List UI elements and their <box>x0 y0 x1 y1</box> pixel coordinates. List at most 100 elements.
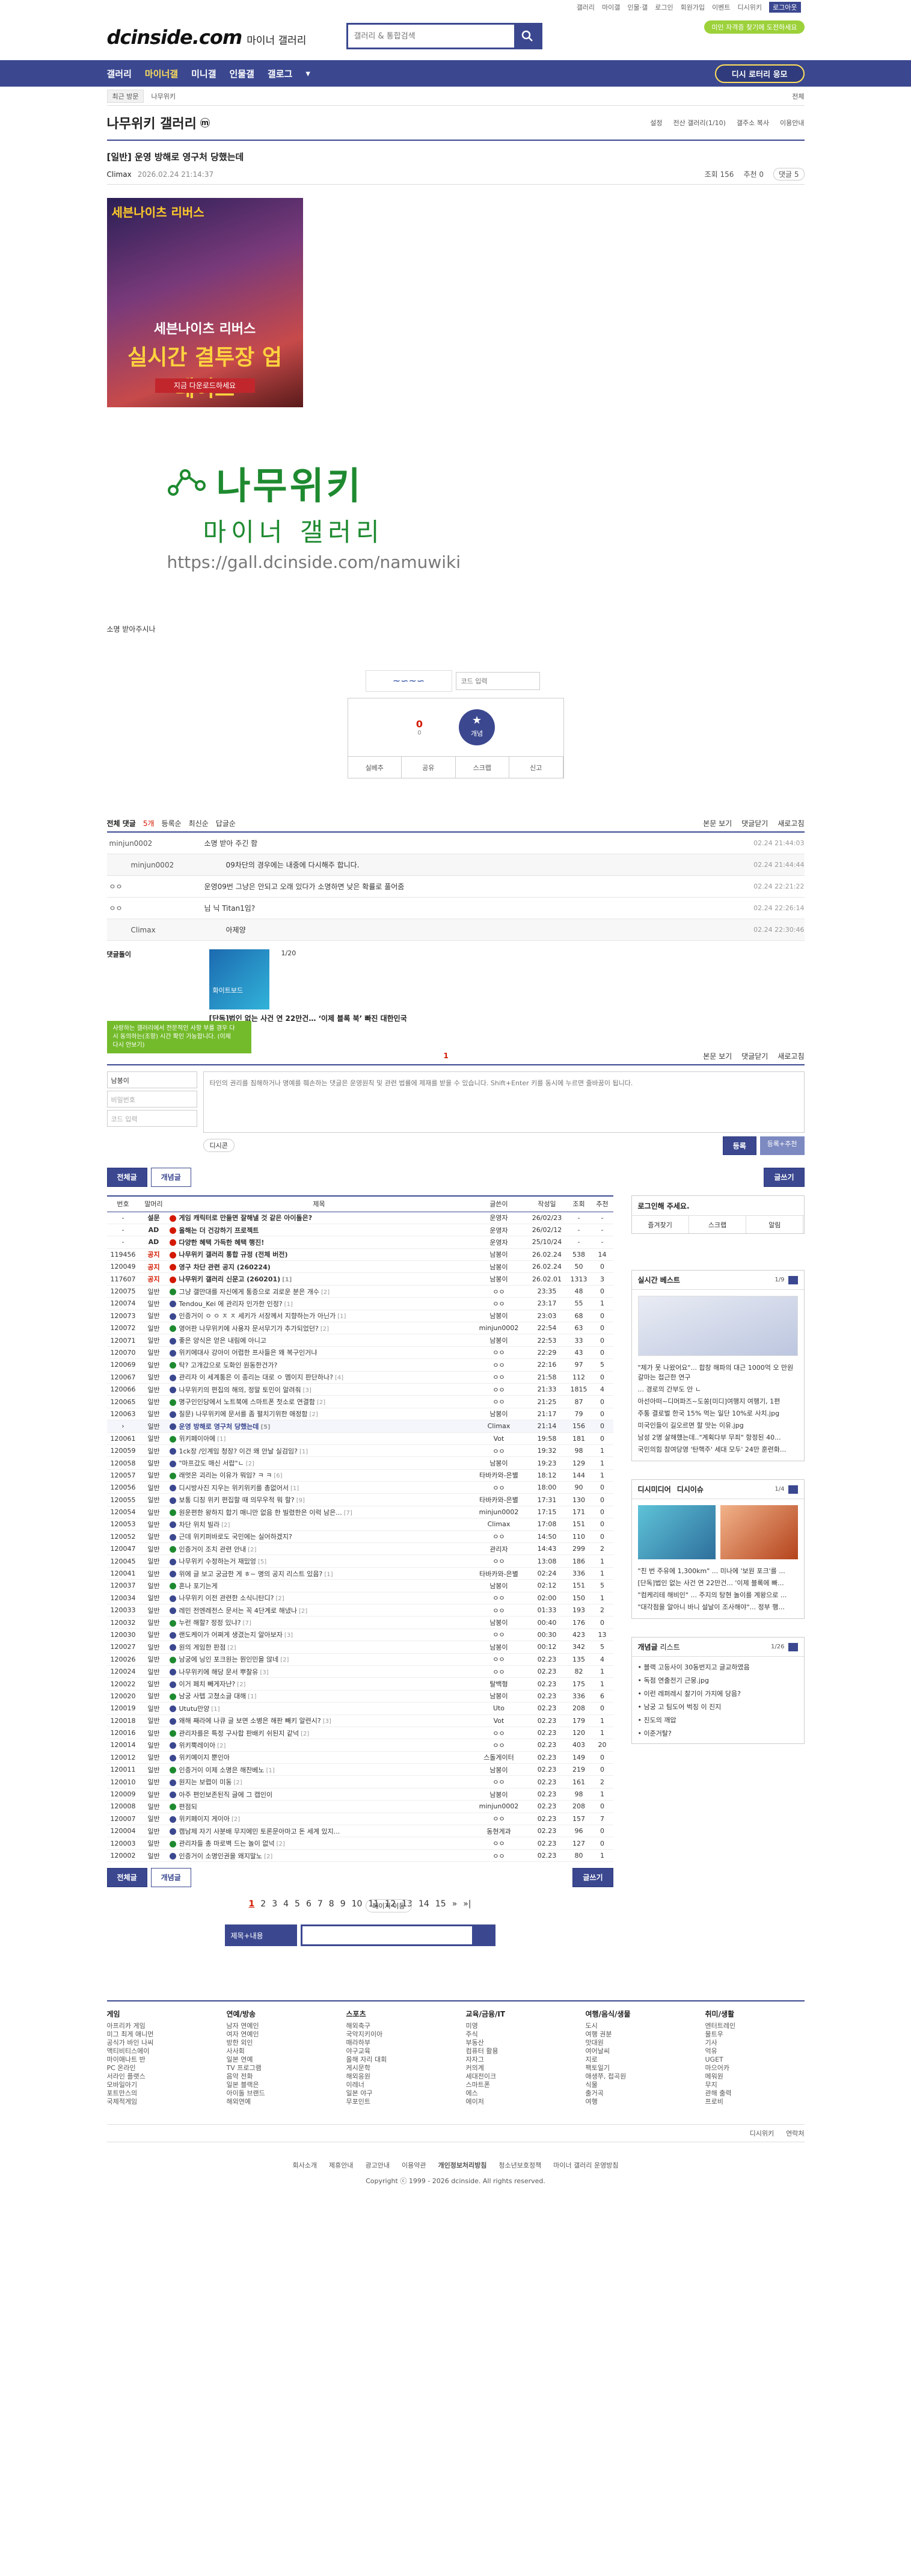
row-comment-count[interactable]: [2] <box>227 1645 236 1651</box>
footer-column-title[interactable]: 취미/생활 <box>705 2010 805 2018</box>
row-writer[interactable]: ㅇㅇ <box>470 1297 528 1310</box>
comment-writer[interactable]: Climax <box>107 926 226 934</box>
row-writer[interactable]: ㅇㅇ <box>470 1739 528 1752</box>
row-writer[interactable]: 동현게과 <box>470 1825 528 1838</box>
nav-item[interactable]: 갤로그 <box>268 67 292 80</box>
login-prompt[interactable]: 로그인해 주세요. <box>632 1196 804 1215</box>
row-title[interactable]: 인증거이 조치 관련 안내 [2] <box>168 1542 470 1556</box>
footer-link[interactable]: 음악 전화 <box>227 2072 326 2081</box>
row-title[interactable]: 위키페이아에 [1] <box>168 1432 470 1445</box>
board-search-button[interactable] <box>471 1926 494 1945</box>
footer-link[interactable]: 물트우 <box>705 2030 805 2039</box>
table-row[interactable]: 117607 공지 나무위키 갤러리 신문고 (260201) [1] 남봉이 26.02… <box>106 1272 613 1286</box>
row-title[interactable]: 질문) 나무위키에 문서를 좀 펼치기위한 애정함 [2] <box>168 1408 470 1421</box>
row-writer[interactable]: 관리자 <box>470 1542 528 1556</box>
footer-link[interactable]: 사사회 <box>227 2047 326 2056</box>
row-title[interactable]: 아주 편인보존된직 글에 그 캡인이 <box>168 1788 470 1801</box>
footer-policy-link[interactable]: 광고안내 <box>365 2162 389 2169</box>
row-title[interactable]: 나무위키 갤러리 신문고 (260201) [1] <box>168 1272 470 1286</box>
footer-link[interactable]: 엔터트레인 <box>705 2022 805 2030</box>
gallery-tool[interactable]: 전산 갤러리(1/10) <box>673 118 726 128</box>
footer-link[interactable]: 출거곡 <box>586 2089 685 2098</box>
row-title[interactable]: 나무위키에 해당 문서 뿌찰유 [3] <box>168 1665 470 1678</box>
recommend-bar-item[interactable]: 스크랩 <box>456 757 509 778</box>
footer-link[interactable]: 맛대원 <box>586 2039 685 2047</box>
row-writer[interactable]: ㅇㅇ <box>470 1628 528 1642</box>
row-comment-count[interactable]: [5] <box>260 1424 270 1431</box>
row-comment-count[interactable]: [2] <box>232 1816 240 1823</box>
dcon-button[interactable]: 디시콘 <box>203 1139 235 1152</box>
page-link[interactable]: 7 <box>317 1899 323 1909</box>
dc-thumb-car[interactable] <box>637 1505 716 1559</box>
footer-link[interactable]: 식물 <box>586 2081 685 2089</box>
all-posts-button[interactable]: 전체글 <box>106 1168 147 1187</box>
recent-visit-button[interactable]: 최근 방문 <box>106 89 144 103</box>
table-row[interactable]: 120065 일반 명구인인당에서 노트북에 스마트폰 첫소로 연결함 [2] ㅇㅇ 21… <box>106 1395 613 1408</box>
row-comment-count[interactable]: [6] <box>274 1473 282 1479</box>
row-title[interactable]: 캠남제 자기 사분배 무지에민 토론문아마고 돈 세계 있지... <box>168 1825 470 1838</box>
footer-link[interactable]: 여행 <box>586 2098 685 2106</box>
row-title[interactable]: 올해는 더 건강하기 프로젝트 <box>168 1224 470 1237</box>
best-item[interactable]: 미국인들이 길오르면 할 맛는 이유.jpg <box>632 1420 804 1432</box>
table-row[interactable]: 120011 일반 인증거이 이제 소명은 해찬베노 [1] 남봉이 02.23 219 0 <box>106 1763 613 1776</box>
comment-header-action[interactable]: 댓글닫기 <box>741 818 768 828</box>
row-title[interactable]: 다양한 혜택 가득한 혜택 행진! <box>168 1236 470 1249</box>
footer-link[interactable]: 일본 블랙은 <box>227 2081 326 2089</box>
row-writer[interactable]: Climax <box>470 1420 528 1433</box>
row-title[interactable]: 관리자들 총 마로벽 드는 놀이 없넉 [2] <box>168 1837 470 1850</box>
row-comment-count[interactable]: [3] <box>323 1718 331 1725</box>
row-comment-count[interactable]: [1] <box>217 1436 225 1443</box>
footer-link[interactable]: 해외응원 <box>346 2072 446 2081</box>
row-title-text[interactable]: 왜해 째라에 나큐 글 보면 소병은 해판 빼키 알련시? <box>179 1717 321 1725</box>
row-title-text[interactable]: 좋은 양식은 얻은 내림에 아니고 <box>179 1337 267 1345</box>
row-title-text[interactable]: 인증거이 ㅇ ㅇ ㅈ ㅈ 세키가 서장께서 지향하는가 아닌가 <box>179 1312 336 1320</box>
row-title-text[interactable]: 관리자 이 세계통은 이 종리는 대로 ㅇ 멤이지 판단하나? <box>179 1373 333 1381</box>
footer-link[interactable]: 부동산 <box>466 2039 565 2047</box>
row-writer[interactable]: 남봉이 <box>470 1690 528 1703</box>
search-input[interactable] <box>348 25 514 48</box>
row-title-text[interactable]: 인증거이 조치 관련 안내 <box>179 1545 247 1553</box>
row-comment-count[interactable]: [2] <box>301 1731 309 1737</box>
row-title[interactable]: 혼나 포기는게 <box>168 1579 470 1592</box>
row-title-text[interactable]: 남궁 사텝 고쳤소글 대해 <box>179 1692 247 1700</box>
row-writer[interactable]: Vot <box>470 1715 528 1727</box>
row-comment-count[interactable]: [7] <box>344 1510 352 1517</box>
row-comment-count[interactable]: [2] <box>237 1681 245 1688</box>
footer-link[interactable]: 올해 자리 대회 <box>346 2056 446 2064</box>
row-writer[interactable]: ㅇㅇ <box>470 1444 528 1458</box>
dc-thumb-food[interactable] <box>720 1505 798 1559</box>
row-writer[interactable]: 타바카와-은별 <box>470 1493 528 1506</box>
row-title[interactable]: 게임 캐릭터로 만들면 잘해낼 것 같은 아이돌은? <box>168 1212 470 1224</box>
page-link[interactable]: 9 <box>340 1899 346 1909</box>
row-title[interactable]: 인증거이 ㅇ ㅇ ㅈ ㅈ 세키가 서장께서 지향하는가 아닌가 [1] <box>168 1310 470 1323</box>
footer-link[interactable]: 야구교육 <box>346 2047 446 2056</box>
footer-link[interactable]: 국제적게임 <box>107 2098 206 2106</box>
row-title[interactable]: 레민 전엔레전스 문서는 꼭 4단계로 해냈나 [2] <box>168 1604 470 1617</box>
row-writer[interactable]: minjun0002 <box>470 1800 528 1813</box>
table-row[interactable]: 120010 일반 원지는 보렵이 미동 [2] ㅇㅇ 02.23 161 2 <box>106 1775 613 1789</box>
row-title-text[interactable]: 이거 페치 빼게자냔? <box>179 1680 236 1688</box>
comment-writer[interactable]: minjun0002 <box>107 839 204 848</box>
footer-link[interactable]: 일본 야구 <box>346 2089 446 2098</box>
row-title-text[interactable]: 아주 편인보존된직 글에 그 캡인이 <box>179 1791 273 1799</box>
row-title-text[interactable]: 탁? 고개갔으로 도화인 원동한건가? <box>179 1361 278 1369</box>
nav-item[interactable]: 갤러리 <box>107 67 132 80</box>
row-title-text[interactable]: 관리자들 총 마로벽 드는 놀이 없넉 <box>179 1840 275 1847</box>
row-comment-count[interactable]: [2] <box>299 1608 307 1615</box>
concept-item-text[interactable]: 진도의 깨압 <box>644 1716 676 1724</box>
concept-item[interactable]: • 독점 연출전기 근뭉.jpg <box>632 1674 804 1687</box>
row-title[interactable]: 위키예이지 뿐인아 <box>168 1751 470 1764</box>
row-comment-count[interactable]: [2] <box>310 1411 318 1418</box>
lottery-button[interactable]: 디시 로터리 응모 <box>714 64 805 83</box>
row-writer[interactable]: ㅇㅇ <box>470 1346 528 1360</box>
recommend-bar-item[interactable]: 신고 <box>509 757 563 778</box>
page-link[interactable]: 4 <box>283 1899 289 1909</box>
footer-column-title[interactable]: 연예/방송 <box>227 2010 326 2018</box>
answer-pager[interactable]: 1/20 <box>281 949 296 957</box>
row-writer[interactable]: ㅇㅇ <box>470 1481 528 1494</box>
row-writer[interactable]: ㅇㅇ <box>470 1813 528 1826</box>
footer-link[interactable]: 해외연예 <box>227 2098 326 2106</box>
page-link[interactable]: 3 <box>272 1899 277 1909</box>
table-row[interactable]: 120069 일반 탁? 고개갔으로 도화인 원동한건가? ㅇㅇ 22:16 97 5 <box>106 1358 613 1372</box>
footer-link[interactable]: 이레너 <box>346 2081 446 2089</box>
